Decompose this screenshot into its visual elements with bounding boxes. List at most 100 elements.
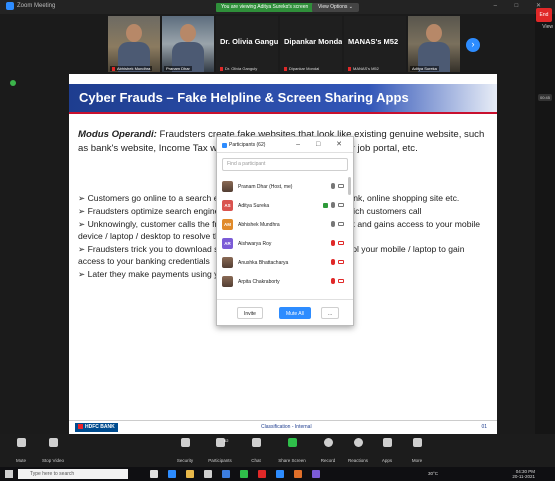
participant-name: Aditya Sureka: [238, 202, 270, 209]
modus-label: Modus Operandi:: [78, 129, 157, 140]
participants-title: Participants (62): [222, 142, 265, 148]
participant-search-input[interactable]: Find a participant: [222, 158, 348, 171]
end-meeting-button[interactable]: End: [536, 8, 552, 22]
share-screen-icon: [287, 438, 297, 447]
video-name: Pranam Dhar: [164, 66, 192, 71]
participant-status-icons: [331, 278, 344, 284]
participant-status-icons: [331, 240, 344, 246]
taskbar-app-icon[interactable]: [204, 470, 212, 478]
title-divider: [69, 112, 497, 114]
invite-button[interactable]: Invite: [237, 307, 263, 319]
participant-row[interactable]: AM Abhishek Mundhra: [222, 215, 348, 234]
video-camera-icon: [48, 438, 58, 447]
participant-row[interactable]: AR Aishwarya Roy: [222, 234, 348, 253]
security-shield-icon[interactable]: [10, 80, 16, 86]
panel-window-controls[interactable]: – □ ✕: [296, 140, 349, 148]
toolbar-label: More: [411, 458, 423, 463]
mic-icon[interactable]: [331, 183, 335, 189]
video-tile[interactable]: Dipankar Mondal Dipankar Mondal: [280, 16, 342, 72]
participant-avatar: [222, 181, 233, 192]
video-tile[interactable]: Dr. Olivia Ganguly Dr. Olivia Ganguly: [216, 16, 278, 72]
participant-row[interactable]: AS Aditya Sureka: [222, 196, 348, 215]
camera-icon[interactable]: [338, 184, 344, 188]
slide-page-number: 01: [481, 424, 487, 430]
participant-status-icons: [323, 202, 344, 208]
taskbar-app-icon[interactable]: [240, 470, 248, 478]
taskbar-apps: [150, 470, 320, 478]
taskbar-app-icon[interactable]: [150, 470, 158, 478]
video-tile[interactable]: Abhishek Mundhra: [108, 16, 160, 72]
mic-muted-icon[interactable]: [331, 278, 335, 284]
participant-head: [426, 24, 442, 42]
participant-head: [126, 24, 142, 42]
video-name-text: Abhishek Mundhra: [117, 66, 151, 71]
participant-row[interactable]: Arpita Chakraborty: [222, 272, 348, 291]
video-name: Aditya Sureka: [410, 66, 439, 71]
video-tile[interactable]: MANAS's M52 MANAS's M52: [344, 16, 406, 72]
toolbar-button-security[interactable]: Security: [170, 438, 200, 463]
taskbar-search-input[interactable]: Type here to search: [18, 469, 128, 479]
view-button[interactable]: View: [542, 24, 553, 30]
window-title: Zoom Meeting: [17, 3, 56, 9]
toolbar-button-stop-video[interactable]: Stop Video: [38, 438, 68, 463]
participant-avatar: [222, 257, 233, 268]
toolbar-button-apps[interactable]: Apps: [372, 438, 402, 463]
toolbar-button-reactions[interactable]: Reactions: [343, 438, 373, 463]
mic-muted-icon: [220, 66, 223, 71]
camera-off-icon[interactable]: [338, 279, 344, 283]
camera-icon[interactable]: [338, 222, 344, 226]
taskbar-app-icon[interactable]: [276, 470, 284, 478]
video-name: Abhishek Mundhra: [110, 66, 153, 71]
viewing-banner: You are viewing Aditya Surekα's screen: [216, 3, 314, 12]
next-videos-arrow-icon[interactable]: ›: [466, 38, 480, 52]
taskbar-app-icon[interactable]: [312, 470, 320, 478]
camera-off-icon[interactable]: [338, 260, 344, 264]
participant-avatar: AS: [222, 200, 233, 211]
taskbar-app-icon[interactable]: [258, 470, 266, 478]
toolbar-button-participants[interactable]: 62 Participants: [205, 438, 235, 463]
toolbar-button-share-screen[interactable]: Share Screen: [277, 438, 307, 463]
hdfc-logo-icon: [78, 424, 83, 430]
record-icon: [323, 438, 333, 447]
system-clock: 04:30 PM 20-11-2021: [512, 469, 535, 479]
taskbar-app-icon[interactable]: [168, 470, 176, 478]
video-display-name: Dipankar Mondal: [284, 37, 342, 46]
mic-muted-icon[interactable]: [331, 240, 335, 246]
video-tile[interactable]: Pranam Dhar: [162, 16, 214, 72]
participants-panel: Participants (62) – □ ✕ Find a participa…: [216, 136, 354, 326]
toolbar-label: Reactions: [347, 458, 368, 463]
camera-icon[interactable]: [338, 203, 344, 207]
taskbar-app-icon[interactable]: [294, 470, 302, 478]
toolbar-button-more[interactable]: More: [402, 438, 432, 463]
participant-row[interactable]: Pranam Dhar (Host, me): [222, 177, 348, 196]
mic-icon[interactable]: [331, 221, 335, 227]
view-options-button[interactable]: View Options ⌄: [312, 3, 359, 12]
more-options-button[interactable]: ...: [321, 307, 340, 319]
taskbar-app-icon[interactable]: [186, 470, 194, 478]
toolbar-button-chat[interactable]: Chat: [241, 438, 271, 463]
app-title: Zoom Meeting: [6, 2, 55, 10]
reactions-icon: [353, 438, 363, 447]
mute-all-button[interactable]: Mute All: [279, 307, 311, 319]
participants-header: Participants (62) – □ ✕: [217, 137, 353, 153]
participant-avatar: AM: [222, 219, 233, 230]
participant-row[interactable]: Anushka Bhattacharya: [222, 253, 348, 272]
meeting-timer: 00:45: [537, 94, 552, 101]
video-strip: Abhishek Mundhra Pranam Dhar Dr. Olivia …: [108, 16, 460, 72]
video-tile[interactable]: Aditya Sureka: [408, 16, 460, 72]
microphone-icon: [16, 438, 26, 447]
taskbar-app-icon[interactable]: [222, 470, 230, 478]
toolbar-label: Mute: [15, 458, 26, 463]
windows-start-icon[interactable]: [5, 470, 13, 478]
toolbar-label: Security: [176, 458, 194, 463]
mic-muted-icon[interactable]: [331, 259, 335, 265]
participant-name: Aishwarya Roy: [238, 240, 272, 247]
toolbar-button-mute[interactable]: Mute: [6, 438, 36, 463]
mic-icon[interactable]: [331, 202, 335, 208]
toolbar-button-record[interactable]: Record: [313, 438, 343, 463]
participants-title-text: Participants (62): [229, 142, 266, 148]
video-display-name: MANAS's M52: [348, 37, 399, 46]
panel-scrollbar[interactable]: [348, 177, 351, 195]
camera-off-icon[interactable]: [338, 241, 344, 245]
toolbar-label: Apps: [381, 458, 393, 463]
